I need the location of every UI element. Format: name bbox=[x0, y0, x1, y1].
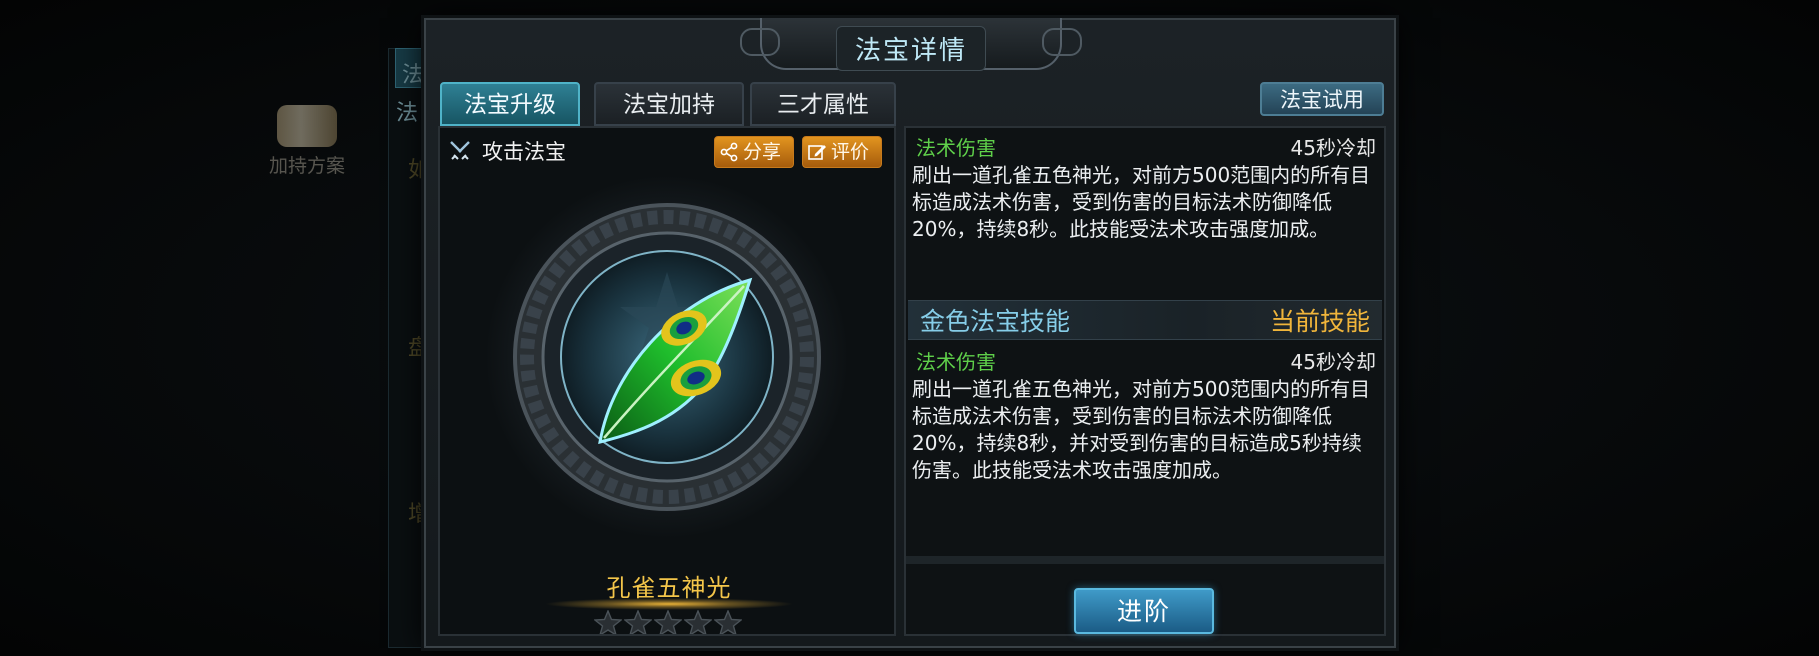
gold-skill-section-header: 金色法宝技能 当前技能 bbox=[908, 300, 1382, 340]
rate-button[interactable]: 评价 bbox=[802, 136, 882, 168]
current-skill-block: 法术伤害 45秒冷却 刷出一道孔雀五色神光，对前方500范围内的所有目标造成法术… bbox=[912, 132, 1380, 243]
skill-header: 法术伤害 45秒冷却 bbox=[912, 132, 1380, 160]
star-empty-icon bbox=[684, 610, 712, 634]
peacock-feather-treasure-icon bbox=[485, 175, 849, 539]
enhance-scheme-label: 加持方案 bbox=[268, 155, 345, 177]
tab-three-talent-attributes[interactable]: 三才属性 bbox=[750, 82, 896, 126]
scroll-icon bbox=[277, 105, 337, 147]
rate-label: 评价 bbox=[831, 141, 870, 163]
treasure-type-row: 攻击法宝 bbox=[448, 136, 566, 166]
gold-skill-title: 金色法宝技能 bbox=[920, 307, 1071, 336]
background-tab-label: 法 bbox=[396, 101, 419, 126]
star-empty-icon bbox=[624, 610, 652, 634]
tab-treasure-upgrade[interactable]: 法宝升级 bbox=[440, 82, 580, 126]
skill-info-panel: 法术伤害 45秒冷却 刷出一道孔雀五色神光，对前方500范围内的所有目标造成法术… bbox=[904, 126, 1386, 636]
gold-skill-block: 法术伤害 45秒冷却 刷出一道孔雀五色神光，对前方500范围内的所有目标造成法术… bbox=[912, 346, 1380, 484]
star-rating bbox=[594, 610, 742, 634]
treasure-trial-button[interactable]: 法宝试用 bbox=[1260, 82, 1384, 116]
skill-description: 刷出一道孔雀五色神光，对前方500范围内的所有目标造成法术伤害，受到伤害的目标法… bbox=[912, 163, 1371, 241]
title-plaque: 法宝详情 bbox=[740, 18, 1082, 71]
enhance-scheme-button[interactable]: 加持方案 bbox=[262, 105, 352, 178]
name-glow bbox=[544, 598, 794, 610]
skill-type: 法术伤害 bbox=[916, 135, 996, 160]
skill-description: 刷出一道孔雀五色神光，对前方500范围内的所有目标造成法术伤害，受到伤害的目标法… bbox=[912, 377, 1371, 482]
star-empty-icon bbox=[654, 610, 682, 634]
share-icon bbox=[720, 142, 738, 162]
treasure-preview-panel: 攻击法宝 分享 评价 孔雀五神光 bbox=[438, 126, 896, 636]
crossed-swords-icon bbox=[450, 141, 470, 160]
skill-cooldown: 45秒冷却 bbox=[1290, 135, 1376, 160]
skill-type: 法术伤害 bbox=[916, 349, 996, 374]
skill-header: 法术伤害 45秒冷却 bbox=[912, 346, 1380, 374]
share-label: 分享 bbox=[743, 141, 782, 163]
panel-divider bbox=[906, 556, 1384, 564]
tab-treasure-enhance[interactable]: 法宝加持 bbox=[594, 82, 744, 126]
skill-cooldown: 45秒冷却 bbox=[1290, 349, 1376, 374]
treasure-type-label: 攻击法宝 bbox=[482, 140, 566, 164]
dialog-title: 法宝详情 bbox=[835, 26, 986, 71]
share-button[interactable]: 分享 bbox=[714, 136, 794, 168]
edit-icon bbox=[808, 145, 826, 160]
star-empty-icon bbox=[714, 610, 742, 634]
advance-button[interactable]: 进阶 bbox=[1074, 588, 1214, 634]
star-empty-icon bbox=[594, 610, 622, 634]
treasure-detail-dialog: 法宝详情 法宝升级 法宝加持 三才属性 法宝试用 攻击法宝 分享 评价 孔雀五神… bbox=[424, 18, 1396, 648]
current-skill-label: 当前技能 bbox=[1269, 307, 1370, 336]
